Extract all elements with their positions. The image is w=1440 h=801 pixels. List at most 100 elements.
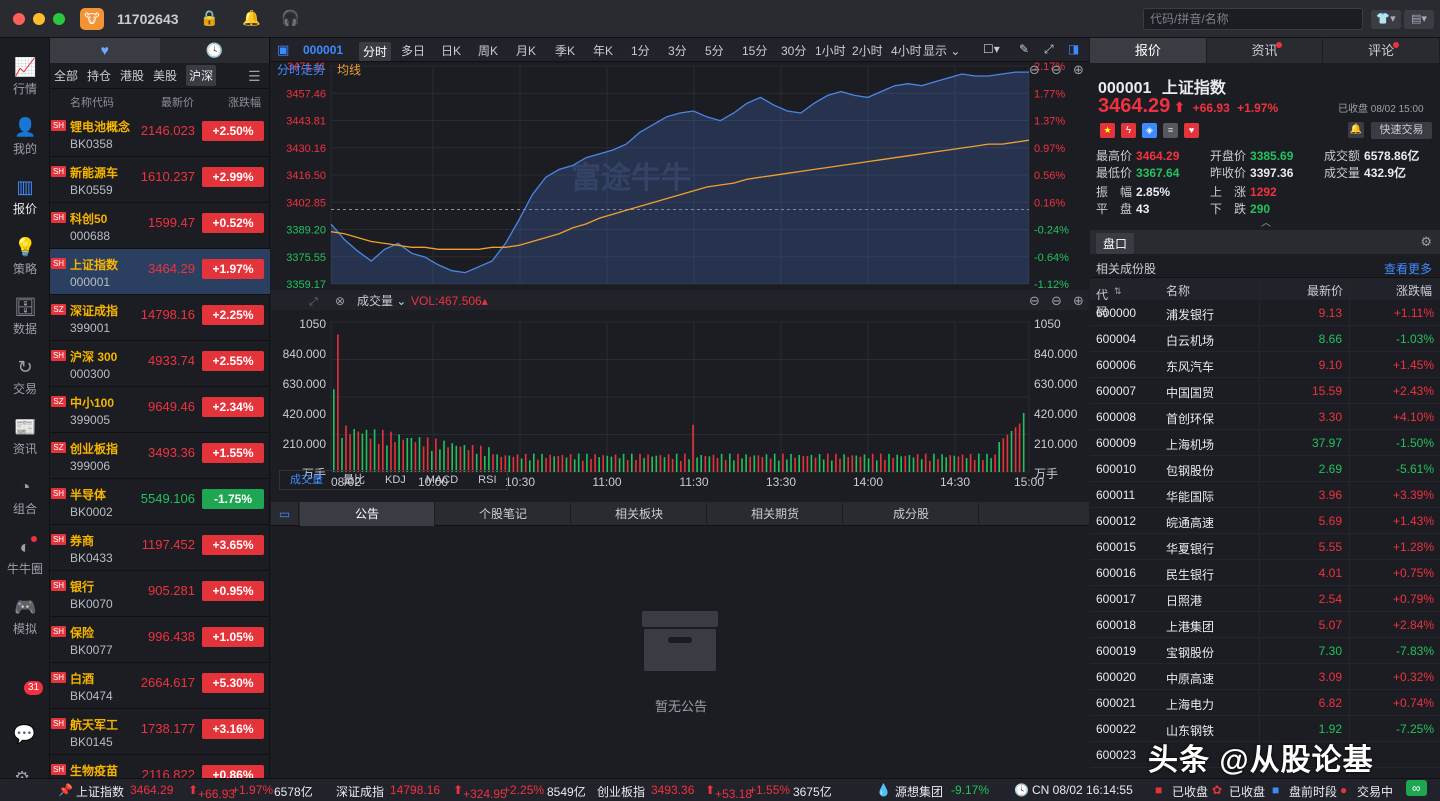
market-tab-2[interactable]: 港股 bbox=[120, 67, 144, 84]
history-tab[interactable]: 🕓 bbox=[159, 38, 269, 63]
settings-gear-icon[interactable]: ⚙ bbox=[1420, 234, 1432, 250]
period-tab-14[interactable]: 4小时 bbox=[891, 42, 922, 59]
watchlist-row[interactable]: SH 券商 BK0433 1197.452 +3.65% bbox=[50, 525, 270, 571]
nav-item-community[interactable]: ◐ 牛牛圈 bbox=[0, 530, 50, 585]
info-tab-3[interactable]: 相关期货 bbox=[708, 502, 843, 526]
col-change[interactable]: 涨跌幅 bbox=[1396, 282, 1432, 299]
nav-item-trade[interactable]: ↻ 交易 bbox=[0, 350, 50, 405]
sidebar-toggle-icon[interactable]: ▣ bbox=[277, 42, 289, 58]
headset-icon[interactable]: 🎧 bbox=[281, 9, 300, 27]
volume-label[interactable]: 成交量 ⌄ bbox=[357, 293, 406, 308]
display-dropdown[interactable]: 显示 ⌄ bbox=[923, 42, 960, 59]
news-stock-name[interactable]: 源想集团 bbox=[895, 783, 943, 800]
nav-item-database[interactable]: 🗄 数据 bbox=[0, 290, 50, 345]
alert-icon[interactable]: 🔔 bbox=[1348, 122, 1364, 138]
info-tab-0[interactable]: 公告 bbox=[300, 502, 435, 526]
draw-tool-icon[interactable]: ✎ bbox=[1019, 42, 1029, 56]
period-tab-0[interactable]: 分时 bbox=[359, 42, 392, 61]
zoom-out-icon[interactable]: ⊖ bbox=[1029, 62, 1040, 77]
info-tab-4[interactable]: 成分股 bbox=[844, 502, 979, 526]
right-tab-1[interactable]: 资讯 bbox=[1206, 38, 1324, 63]
constituent-row[interactable]: 600011 华能国际 3.96 +3.39% bbox=[1090, 482, 1440, 508]
period-tab-4[interactable]: 月K bbox=[516, 42, 536, 59]
fullscreen-icon[interactable]: ⤢ bbox=[1044, 42, 1054, 57]
indicator-tab-0[interactable]: 成交量 bbox=[280, 471, 333, 489]
search-input[interactable] bbox=[1143, 8, 1363, 30]
skin-button[interactable]: 👕▾ bbox=[1371, 10, 1401, 29]
nav-item-user[interactable]: 👤 我的 bbox=[0, 110, 50, 165]
menu-icon[interactable]: ☰ bbox=[248, 68, 261, 85]
nav-item-quote[interactable]: ▥ 报价 bbox=[0, 170, 50, 225]
intraday-chart[interactable]: 富途牛牛3471.113457.463443.813430.163416.503… bbox=[271, 62, 1089, 502]
collapse-arrow-icon[interactable]: ︿ bbox=[1261, 214, 1271, 229]
favorites-tab[interactable]: ♥ bbox=[50, 38, 160, 63]
market-tab-0[interactable]: 全部 bbox=[54, 67, 78, 84]
nav-item-bulb[interactable]: 💡 策略 bbox=[0, 230, 50, 285]
watchlist-row[interactable]: SH 航天军工 BK0145 1738.177 +3.16% bbox=[50, 709, 270, 755]
panel-toggle-icon[interactable]: ◨ bbox=[1068, 42, 1079, 56]
period-tab-5[interactable]: 季K bbox=[555, 42, 575, 59]
message-icon[interactable]: 💬 bbox=[13, 724, 35, 745]
bell-icon[interactable]: 🔔 bbox=[242, 9, 261, 27]
cn-flag-icon[interactable]: ★ bbox=[1100, 123, 1115, 138]
pin-icon[interactable]: 📌 bbox=[58, 783, 73, 797]
connection-icon[interactable]: ∞ bbox=[1406, 780, 1427, 796]
watchlist-row[interactable]: SZ 创业板指 399006 3493.36 +1.55% bbox=[50, 433, 270, 479]
lightning-icon[interactable]: ϟ bbox=[1121, 123, 1136, 138]
constituent-row[interactable]: 600015 华夏银行 5.55 +1.28% bbox=[1090, 534, 1440, 560]
watchlist-row[interactable]: SH 科创50 000688 1599.47 +0.52% bbox=[50, 203, 270, 249]
info-tab-2[interactable]: 相关板块 bbox=[572, 502, 707, 526]
nav-item-chart[interactable]: 📈 行情 bbox=[0, 50, 50, 105]
info-tab-1[interactable]: 个股笔记 bbox=[436, 502, 571, 526]
indicator-tab-2[interactable]: KDJ bbox=[375, 471, 416, 489]
right-tab-2[interactable]: 评论 bbox=[1323, 38, 1440, 63]
constituent-row[interactable]: 600004 白云机场 8.66 -1.03% bbox=[1090, 326, 1440, 352]
tag-icon[interactable]: ◈ bbox=[1142, 123, 1157, 138]
zoom-out-icon[interactable]: ⊖ bbox=[1051, 293, 1062, 308]
market-tab-3[interactable]: 美股 bbox=[153, 67, 177, 84]
indicator-tab-1[interactable]: 量比 bbox=[333, 471, 375, 489]
constituent-row[interactable]: 600012 皖通高速 5.69 +1.43% bbox=[1090, 508, 1440, 534]
layout-button[interactable]: ▤▾ bbox=[1404, 10, 1434, 29]
sz-index-name[interactable]: 深证成指 bbox=[336, 783, 384, 800]
see-more-link[interactable]: 查看更多 bbox=[1384, 260, 1432, 277]
close-window-button[interactable] bbox=[13, 13, 25, 25]
period-tab-6[interactable]: 年K bbox=[593, 42, 613, 59]
right-tab-0[interactable]: 报价 bbox=[1090, 38, 1207, 63]
period-tab-11[interactable]: 30分 bbox=[781, 42, 806, 59]
market-tab-4[interactable]: 沪深 bbox=[186, 65, 217, 86]
expand-icon[interactable]: ⤢ bbox=[309, 296, 318, 308]
collapse-icon[interactable]: ▭ bbox=[271, 502, 299, 526]
constituent-row[interactable]: 600008 首创环保 3.30 +4.10% bbox=[1090, 404, 1440, 430]
watchlist-row[interactable]: SH 白酒 BK0474 2664.617 +5.30% bbox=[50, 663, 270, 709]
note-icon[interactable]: ≡ bbox=[1163, 123, 1178, 138]
heart-favorite-icon[interactable]: ♥ bbox=[1184, 123, 1199, 138]
watchlist-row[interactable]: SH 锂电池概念 BK0358 2146.023 +2.50% bbox=[50, 111, 270, 157]
constituent-row[interactable]: 600000 浦发银行 9.13 +1.11% bbox=[1090, 300, 1440, 326]
zoom-in-icon[interactable]: ⊕ bbox=[1073, 62, 1084, 77]
constituent-row[interactable]: 600021 上海电力 6.82 +0.74% bbox=[1090, 690, 1440, 716]
constituent-row[interactable]: 600006 东风汽车 9.10 +1.45% bbox=[1090, 352, 1440, 378]
pankou-tab[interactable]: 盘口 bbox=[1096, 233, 1135, 254]
nav-item-news[interactable]: 📰 资讯 bbox=[0, 410, 50, 465]
watchlist-row[interactable]: SH 半导体 BK0002 5549.106 -1.75% bbox=[50, 479, 270, 525]
constituent-row[interactable]: 600016 民生银行 4.01 +0.75% bbox=[1090, 560, 1440, 586]
checkbox-icon[interactable]: ☐▾ bbox=[983, 42, 1000, 56]
cy-index-name[interactable]: 创业板指 bbox=[597, 783, 645, 800]
period-tab-1[interactable]: 多日 bbox=[401, 42, 425, 59]
watchlist-row[interactable]: SH 新能源车 BK0559 1610.237 +2.99% bbox=[50, 157, 270, 203]
quick-trade-button[interactable]: 快速交易 bbox=[1371, 122, 1432, 139]
maximize-window-button[interactable] bbox=[53, 13, 65, 25]
close-volume-icon[interactable]: ⊗ bbox=[335, 294, 345, 308]
watchlist-row[interactable]: SZ 深证成指 399001 14798.16 +2.25% bbox=[50, 295, 270, 341]
indicator-tab-4[interactable]: RSI bbox=[468, 471, 506, 489]
sh-index-name[interactable]: 上证指数 bbox=[76, 783, 124, 800]
period-tab-12[interactable]: 1小时 bbox=[815, 42, 846, 59]
constituent-row[interactable]: 600010 包钢股份 2.69 -5.61% bbox=[1090, 456, 1440, 482]
constituent-row[interactable]: 600017 日照港 2.54 +0.79% bbox=[1090, 586, 1440, 612]
zoom-out-icon[interactable]: ⊖ bbox=[1051, 62, 1062, 77]
period-tab-7[interactable]: 1分 bbox=[631, 42, 650, 59]
watchlist-row[interactable]: SH 银行 BK0070 905.281 +0.95% bbox=[50, 571, 270, 617]
period-tab-8[interactable]: 3分 bbox=[668, 42, 687, 59]
watchlist-row[interactable]: SZ 中小100 399005 9649.46 +2.34% bbox=[50, 387, 270, 433]
